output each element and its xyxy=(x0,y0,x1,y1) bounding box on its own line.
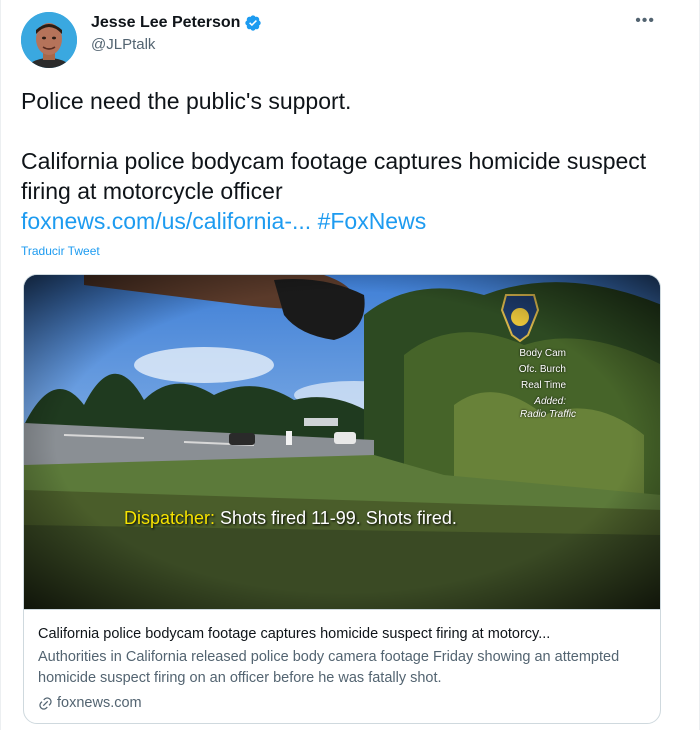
overlay-line: Real Time xyxy=(520,380,566,391)
translate-tweet-link[interactable]: Traducir Tweet xyxy=(21,244,100,258)
card-video-thumbnail[interactable]: Body Cam Ofc. Burch Real Time Added: Rad… xyxy=(24,275,660,609)
display-name[interactable]: Jesse Lee Peterson xyxy=(91,14,240,32)
overlay-line: Added: xyxy=(534,396,566,407)
overlay-line: Ofc. Burch xyxy=(518,364,566,375)
tweet-line-1: Police need the public's support. xyxy=(21,88,352,114)
overlay-line: Body Cam xyxy=(519,348,566,359)
avatar[interactable] xyxy=(21,12,77,68)
subtitle-text: Shots fired 11-99. Shots fired. xyxy=(215,508,457,528)
avatar-image xyxy=(21,12,77,68)
hashtag-link[interactable]: #FoxNews xyxy=(318,208,427,234)
card-title: California police bodycam footage captur… xyxy=(38,626,551,642)
tweet-headline: California police bodycam footage captur… xyxy=(21,148,647,204)
more-horizontal-icon[interactable]: ••• xyxy=(635,13,655,29)
bodycam-scene xyxy=(24,275,660,609)
tweet-link[interactable]: foxnews.com/us/california-... xyxy=(21,208,311,234)
verified-badge-icon xyxy=(244,14,262,32)
tweet: Jesse Lee Peterson @JLPtalk ••• Police n… xyxy=(0,0,700,730)
link-card[interactable]: Body Cam Ofc. Burch Real Time Added: Rad… xyxy=(23,274,661,724)
user-info: Jesse Lee Peterson @JLPtalk xyxy=(91,14,262,53)
subtitle-speaker: Dispatcher: xyxy=(124,508,216,528)
card-info[interactable]: California police bodycam footage captur… xyxy=(24,609,660,723)
link-icon xyxy=(38,696,53,711)
overlay-line: Radio Traffic xyxy=(520,409,576,420)
video-subtitle: Dispatcher: Shots fired 11-99. Shots fir… xyxy=(124,508,457,529)
tweet-text: Police need the public's support. Califo… xyxy=(21,86,661,236)
name-row: Jesse Lee Peterson xyxy=(91,14,262,32)
card-domain-text[interactable]: foxnews.com xyxy=(57,693,142,713)
handle[interactable]: @JLPtalk xyxy=(91,36,262,53)
card-domain: foxnews.com xyxy=(38,693,648,713)
card-description: Authorities in California released polic… xyxy=(38,649,620,686)
tweet-line-2: California police bodycam footage captur… xyxy=(21,146,661,236)
